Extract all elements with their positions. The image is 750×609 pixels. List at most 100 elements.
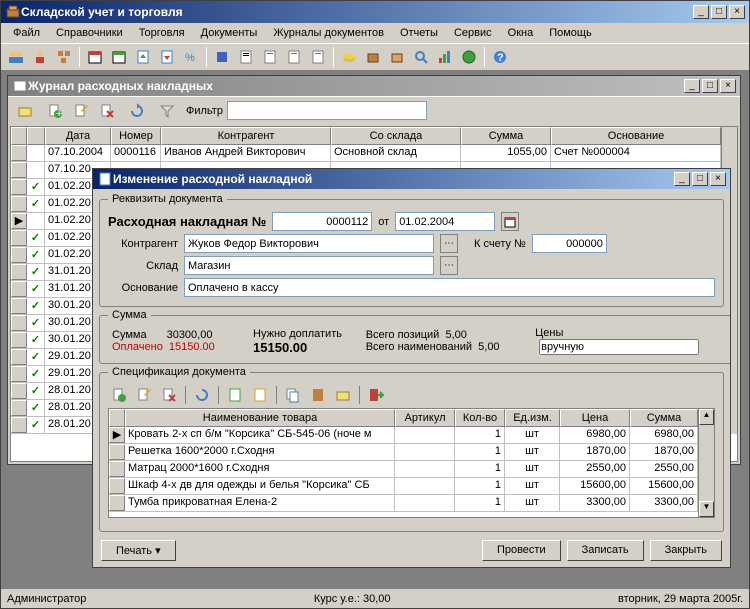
journal-minimize-button[interactable]: _	[684, 79, 700, 93]
doc-date-input[interactable]	[395, 212, 495, 231]
table-row[interactable]: Тумба прикроватная Елена-21шт3300,003300…	[109, 495, 698, 512]
col-number[interactable]: Номер	[111, 127, 161, 145]
row-indicator	[11, 315, 27, 331]
tb-boxes-icon[interactable]	[53, 46, 75, 68]
journal-open-icon[interactable]	[14, 100, 36, 122]
tb-people-icon[interactable]	[5, 46, 27, 68]
table-row[interactable]: Решетка 1600*2000 г.Сходня1шт1870,001870…	[109, 444, 698, 461]
col-date[interactable]: Дата	[45, 127, 111, 145]
spec-doc2-icon[interactable]	[249, 384, 271, 406]
tb-help-icon[interactable]: ?	[489, 46, 511, 68]
menu-journals[interactable]: Журналы документов	[265, 25, 392, 41]
tb-person-icon[interactable]	[29, 46, 51, 68]
to-account-input[interactable]	[532, 234, 607, 253]
tb-report1-icon[interactable]	[235, 46, 257, 68]
spec-edit-icon[interactable]	[133, 384, 155, 406]
tb-find-icon[interactable]	[410, 46, 432, 68]
spec-folder-icon[interactable]	[332, 384, 354, 406]
warehouse-picker-button[interactable]: ⋯	[440, 256, 458, 275]
journal-delete-icon[interactable]	[96, 100, 118, 122]
spec-add-icon[interactable]	[108, 384, 130, 406]
edit-maximize-button[interactable]: □	[692, 172, 708, 186]
tb-book-icon[interactable]	[211, 46, 233, 68]
menu-trade[interactable]: Торговля	[131, 25, 193, 41]
col-basis[interactable]: Основание	[551, 127, 721, 145]
doc-number-input[interactable]	[272, 212, 372, 231]
menu-documents[interactable]: Документы	[193, 25, 266, 41]
spec-col-name[interactable]: Наименование товара	[125, 409, 395, 427]
spec-exit-icon[interactable]	[365, 384, 387, 406]
table-row[interactable]: Матрац 2000*1600 г.Сходня1шт2550,002550,…	[109, 461, 698, 478]
col-sum[interactable]: Сумма	[461, 127, 551, 145]
tb-world-icon[interactable]	[458, 46, 480, 68]
sum-group: Сумма Сумма30300,00 Оплачено15150.00 Нуж…	[99, 309, 730, 364]
menu-directories[interactable]: Справочники	[48, 25, 131, 41]
tb-report4-icon[interactable]	[307, 46, 329, 68]
spec-col-unit[interactable]: Ед.изм.	[505, 409, 560, 427]
spec-col-article[interactable]: Артикул	[395, 409, 455, 427]
journal-close-button[interactable]: ×	[720, 79, 736, 93]
journal-refresh-icon[interactable]	[126, 100, 148, 122]
minimize-button[interactable]: _	[693, 5, 709, 19]
table-row[interactable]: ▶Кровать 2-х сп б/м "Корсика" СБ-545-06 …	[109, 427, 698, 444]
need-pay-value: 15150.00	[253, 340, 348, 355]
edit-minimize-button[interactable]: _	[674, 172, 690, 186]
menu-windows[interactable]: Окна	[500, 25, 542, 41]
journal-filter-icon[interactable]	[156, 100, 178, 122]
spec-refresh-icon[interactable]	[191, 384, 213, 406]
tb-calendar-red-icon[interactable]	[84, 46, 106, 68]
tb-report2-icon[interactable]	[259, 46, 281, 68]
menu-help[interactable]: Помощь	[541, 25, 600, 41]
row-indicator	[11, 196, 27, 212]
menu-file[interactable]: Файл	[5, 25, 48, 41]
tb-coins-icon[interactable]	[338, 46, 360, 68]
tb-report3-icon[interactable]	[283, 46, 305, 68]
cell-name: Шкаф 4-х дв для одежды и белья "Корсика"…	[125, 478, 395, 494]
spec-scrollbar[interactable]: ▲ ▼	[698, 409, 714, 517]
basis-input[interactable]	[184, 278, 715, 297]
spec-copy-icon[interactable]	[282, 384, 304, 406]
spec-paste-icon[interactable]	[307, 384, 329, 406]
journal-add-icon[interactable]: +	[44, 100, 66, 122]
menu-service[interactable]: Сервис	[446, 25, 500, 41]
row-check-icon	[27, 213, 45, 229]
tb-box1-icon[interactable]	[362, 46, 384, 68]
spec-col-qty[interactable]: Кол-во	[455, 409, 505, 427]
status-date: вторник, 29 марта 2005г.	[618, 593, 743, 605]
save-button[interactable]: Записать	[567, 540, 644, 561]
spec-doc1-icon[interactable]	[224, 384, 246, 406]
spec-col-sum[interactable]: Сумма	[630, 409, 698, 427]
tb-doc-down-icon[interactable]	[156, 46, 178, 68]
spec-delete-icon[interactable]	[158, 384, 180, 406]
journal-maximize-button[interactable]: □	[702, 79, 718, 93]
table-row[interactable]: Шкаф 4-х дв для одежды и белья "Корсика"…	[109, 478, 698, 495]
close-button[interactable]: ×	[729, 5, 745, 19]
print-button[interactable]: Печать ▾	[101, 540, 176, 561]
post-button[interactable]: Провести	[482, 540, 561, 561]
edit-close-button[interactable]: ×	[710, 172, 726, 186]
col-warehouse[interactable]: Со склада	[331, 127, 461, 145]
tb-calendar-green-icon[interactable]	[108, 46, 130, 68]
counterparty-input[interactable]	[184, 234, 434, 253]
button-row: Печать ▾ Провести Записать Закрыть	[99, 534, 724, 563]
tb-doc-up-icon[interactable]	[132, 46, 154, 68]
close-button[interactable]: Закрыть	[650, 540, 722, 561]
spec-col-price[interactable]: Цена	[560, 409, 630, 427]
cell-warehouse: Основной склад	[331, 145, 461, 161]
cell-name: Матрац 2000*1600 г.Сходня	[125, 461, 395, 477]
tb-chart-icon[interactable]	[434, 46, 456, 68]
counterparty-picker-button[interactable]: ⋯	[440, 234, 458, 253]
cell-price: 1870,00	[560, 444, 630, 460]
tb-percent-icon[interactable]: %	[180, 46, 202, 68]
menu-reports[interactable]: Отчеты	[392, 25, 446, 41]
maximize-button[interactable]: □	[711, 5, 727, 19]
spec-grid[interactable]: Наименование товара Артикул Кол-во Ед.из…	[108, 408, 715, 518]
date-picker-button[interactable]	[501, 212, 519, 231]
filter-input[interactable]	[227, 101, 427, 120]
journal-edit-icon[interactable]	[70, 100, 92, 122]
table-row[interactable]: 07.10.20040000116Иванов Андрей Викторови…	[11, 145, 721, 162]
warehouse-input[interactable]	[184, 256, 434, 275]
tb-box2-icon[interactable]	[386, 46, 408, 68]
col-counterparty[interactable]: Контрагент	[161, 127, 331, 145]
prices-input[interactable]	[539, 339, 699, 355]
